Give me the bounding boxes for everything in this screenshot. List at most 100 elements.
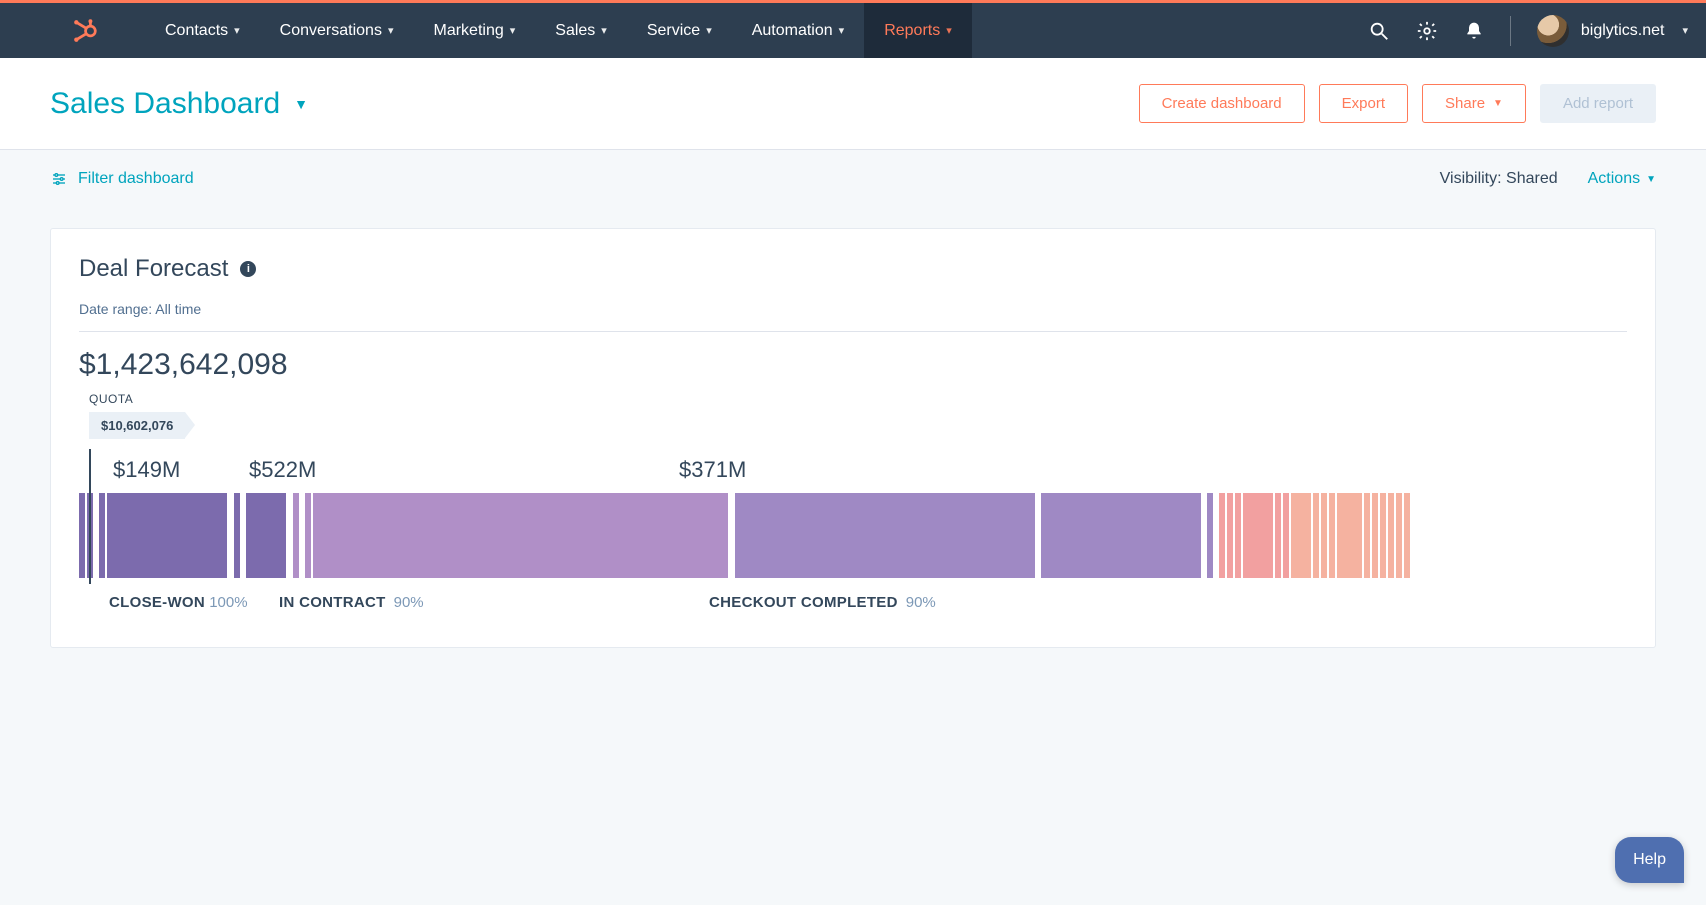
stage-value: $149M [79,457,249,483]
quota-marker-line [89,449,91,584]
bar-segment[interactable] [1388,493,1394,578]
bar-segment[interactable] [234,493,240,578]
nav-label: Sales [555,22,595,40]
nav-sales[interactable]: Sales ▾ [535,3,627,58]
chevron-down-icon: ▾ [510,24,516,37]
date-range: Date range: All time [79,301,1627,317]
bar-segment[interactable] [305,493,311,578]
bar-segment[interactable] [1207,493,1213,578]
stage-label: CLOSE-WON 100% [79,594,279,611]
bar-segment[interactable] [735,493,1035,578]
chevron-down-icon: ▾ [706,24,712,37]
bar-gap [301,493,303,578]
bar-segment[interactable] [1337,493,1362,578]
nav-label: Reports [884,22,940,40]
bar-segment[interactable] [1283,493,1289,578]
header-actions: Create dashboard Export Share ▼ Add repor… [1139,84,1656,123]
bar-segment[interactable] [1275,493,1281,578]
nav-reports[interactable]: Reports▾ [864,3,972,58]
dashboard-title-dropdown[interactable]: Sales Dashboard ▼ [50,87,308,121]
stage-label: CHECKOUT COMPLETED 90% [709,594,936,611]
subbar-right: Visibility: Shared Actions ▼ [1440,170,1656,188]
bar-gap [1037,493,1039,578]
actions-label: Actions [1588,170,1640,188]
info-icon[interactable]: i [240,261,256,277]
bell-icon[interactable] [1464,20,1484,42]
chevron-down-icon: ▾ [234,24,240,37]
button-label: Export [1342,95,1385,112]
bar-segment[interactable] [1041,493,1201,578]
filter-label: Filter dashboard [78,170,194,188]
page-title: Sales Dashboard [50,87,280,121]
create-dashboard-button[interactable]: Create dashboard [1139,84,1305,123]
bar-segment[interactable] [1219,493,1225,578]
nav-right: biglytics.net ▾ [1368,15,1688,47]
bar-segment[interactable] [1291,493,1311,578]
forecast-total: $1,423,642,098 [79,348,1627,382]
bar-segment[interactable] [313,493,728,578]
export-button[interactable]: Export [1319,84,1408,123]
nav-automation[interactable]: Automation▾ [732,3,864,58]
nav-contacts[interactable]: Contacts ▾ [145,3,260,58]
bar-segment[interactable] [1372,493,1378,578]
chevron-down-icon: ▼ [1646,174,1656,185]
visibility-indicator: Visibility: Shared [1440,170,1558,188]
nav-label: Automation [752,22,833,40]
top-nav: Contacts ▾ Conversations ▾ Marketing ▾ Sale… [0,3,1706,58]
filter-dashboard-link[interactable]: Filter dashboard [50,170,194,188]
hubspot-logo-icon[interactable] [72,18,98,44]
stage-values-row: $149M $522M $371M [79,457,1627,483]
deal-forecast-card: Deal Forecast i Date range: All time $1,… [50,228,1656,648]
nav-label: Conversations [280,22,382,40]
stage-percent: 90% [906,594,936,611]
nav-label: Marketing [433,22,503,40]
bar-segment[interactable] [1404,493,1410,578]
actions-dropdown[interactable]: Actions ▼ [1588,170,1656,188]
forecast-bar-chart [79,493,1627,578]
share-button[interactable]: Share ▼ [1422,84,1526,123]
bar-segment[interactable] [1329,493,1335,578]
bar-gap [95,493,97,578]
nav-marketing[interactable]: Marketing ▾ [413,3,535,58]
bar-segment[interactable] [1380,493,1386,578]
nav-conversations[interactable]: Conversations ▾ [260,3,414,58]
bar-segment[interactable] [1364,493,1370,578]
bar-gap [730,493,733,578]
divider [1510,16,1511,46]
stage-percent: 90% [394,594,424,611]
gear-icon[interactable] [1416,20,1438,42]
bar-segment[interactable] [1227,493,1233,578]
search-icon[interactable] [1368,20,1390,42]
chevron-down-icon: ▼ [294,96,308,112]
card-title-text: Deal Forecast [79,255,228,283]
chevron-down-icon: ▾ [388,24,394,37]
nav-service[interactable]: Service▾ [627,3,732,58]
chevron-down-icon: ▾ [601,24,607,37]
bar-segment[interactable] [107,493,227,578]
button-label: Create dashboard [1162,95,1282,112]
bar-segment[interactable] [1243,493,1273,578]
chevron-down-icon: ▼ [1493,98,1503,109]
help-label: Help [1633,851,1666,868]
button-label: Share [1445,95,1485,112]
bar-gap [229,493,232,578]
divider [79,331,1627,332]
bar-segment[interactable] [1321,493,1327,578]
nav-label: Contacts [165,22,228,40]
card-title: Deal Forecast i [79,255,1627,283]
bar-segment[interactable] [79,493,85,578]
bar-segment[interactable] [1313,493,1319,578]
bar-gap [242,493,244,578]
bar-segment[interactable] [1396,493,1402,578]
stage-percent: 100% [209,594,247,611]
nav-items: Contacts ▾ Conversations ▾ Marketing ▾ Sale… [145,3,972,58]
bar-segment[interactable] [246,493,286,578]
bar-segment[interactable] [293,493,299,578]
bar-segment[interactable] [1235,493,1241,578]
account-name: biglytics.net [1581,22,1665,40]
help-button[interactable]: Help [1615,837,1684,883]
bar-segment[interactable] [99,493,105,578]
stage-value: $371M [679,457,746,483]
add-report-button: Add report [1540,84,1656,123]
account-menu[interactable]: biglytics.net ▾ [1537,15,1688,47]
